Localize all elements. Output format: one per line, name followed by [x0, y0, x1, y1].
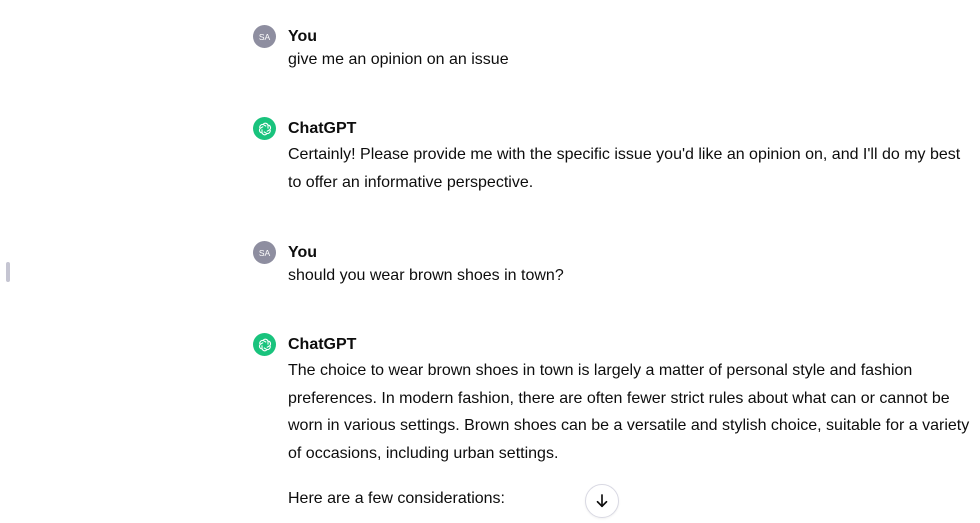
message-author: You	[288, 244, 318, 261]
openai-logo-icon	[253, 117, 276, 140]
sidebar-toggle-handle[interactable]	[6, 262, 10, 282]
arrow-down-icon	[593, 492, 611, 510]
scroll-to-bottom-button[interactable]	[585, 484, 619, 518]
message-body: should you wear brown shoes in town?	[288, 262, 973, 290]
message-body: Certainly! Please provide me with the sp…	[288, 141, 973, 196]
user-avatar: SA	[253, 25, 276, 48]
message-paragraph: should you wear brown shoes in town?	[288, 267, 564, 284]
openai-logo-icon	[253, 333, 276, 356]
message-paragraph: give me an opinion on an issue	[288, 51, 509, 68]
message-paragraph: The choice to wear brown shoes in town i…	[288, 362, 970, 462]
message-body: give me an opinion on an issue	[288, 46, 973, 74]
message-paragraph: Certainly! Please provide me with the sp…	[288, 146, 961, 191]
avatar-initials: SA	[258, 247, 271, 258]
user-avatar: SA	[253, 241, 276, 264]
message-author: You	[288, 28, 318, 45]
message-author: ChatGPT	[288, 120, 357, 137]
message-paragraph: Here are a few considerations:	[288, 490, 505, 507]
message-body: The choice to wear brown shoes in town i…	[288, 357, 973, 513]
message-author: ChatGPT	[288, 336, 357, 353]
avatar-initials: SA	[258, 31, 271, 42]
